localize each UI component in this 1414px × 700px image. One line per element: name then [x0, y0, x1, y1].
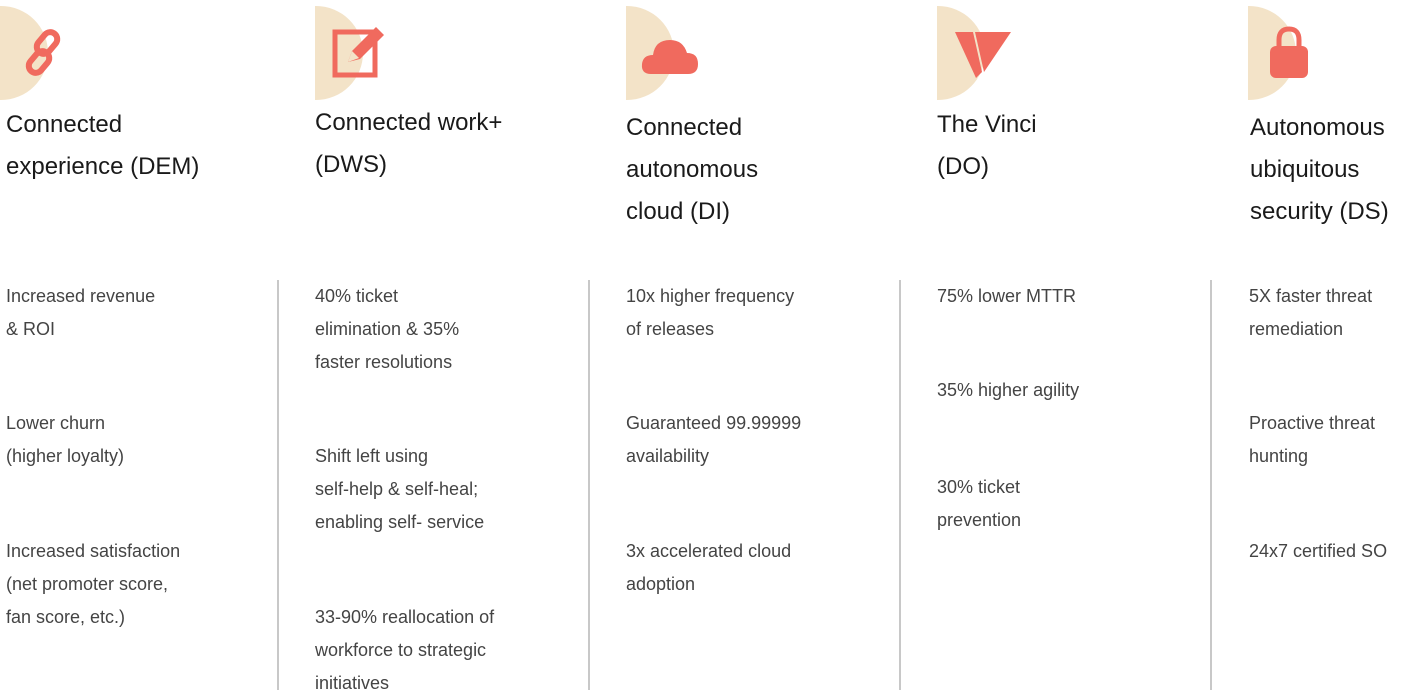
benefit-item: Increased satisfaction (net promoter sco…: [6, 541, 181, 627]
benefit-item: Shift left using self-help & self-heal; …: [315, 446, 485, 532]
benefit-item: 24x7 certified SO: [1249, 541, 1388, 561]
column-divider: [899, 280, 901, 690]
column-divider: [588, 280, 590, 690]
padlock-icon: [1270, 26, 1308, 78]
benefit-item: Lower churn (higher loyalty): [6, 413, 125, 466]
edit-pencil-icon: [332, 27, 384, 78]
column-title: Connected autonomous cloud (DI): [626, 114, 759, 225]
chain-link-icon: [25, 29, 61, 76]
column-divider: [277, 280, 279, 690]
column-title: Autonomous ubiquitous security (DS): [1250, 114, 1389, 225]
benefit-item: Guaranteed 99.99999 availability: [626, 413, 802, 466]
cloud-icon: [641, 40, 698, 74]
benefit-item: 3x accelerated cloud adoption: [626, 541, 792, 594]
benefit-item: 33-90% reallocation of workforce to stra…: [315, 607, 495, 693]
vinci-logo-icon: [955, 32, 1011, 78]
benefit-item: 30% ticket prevention: [937, 477, 1022, 530]
benefit-item: 75% lower MTTR: [937, 286, 1077, 306]
benefit-item: 5X faster threat remediation: [1249, 286, 1373, 339]
benefit-item: 10x higher frequency of releases: [626, 286, 795, 339]
benefit-item: Increased revenue & ROI: [6, 286, 156, 339]
column-title: Connected work+ (DWS): [315, 109, 503, 178]
benefit-item: 35% higher agility: [937, 380, 1080, 400]
column-divider: [1210, 280, 1212, 690]
benefit-item: 40% ticket elimination & 35% faster reso…: [315, 286, 460, 372]
column-title: The Vinci (DO): [937, 111, 1037, 180]
column-title: Connected experience (DEM): [6, 111, 200, 180]
benefit-item: Proactive threat hunting: [1249, 413, 1376, 466]
